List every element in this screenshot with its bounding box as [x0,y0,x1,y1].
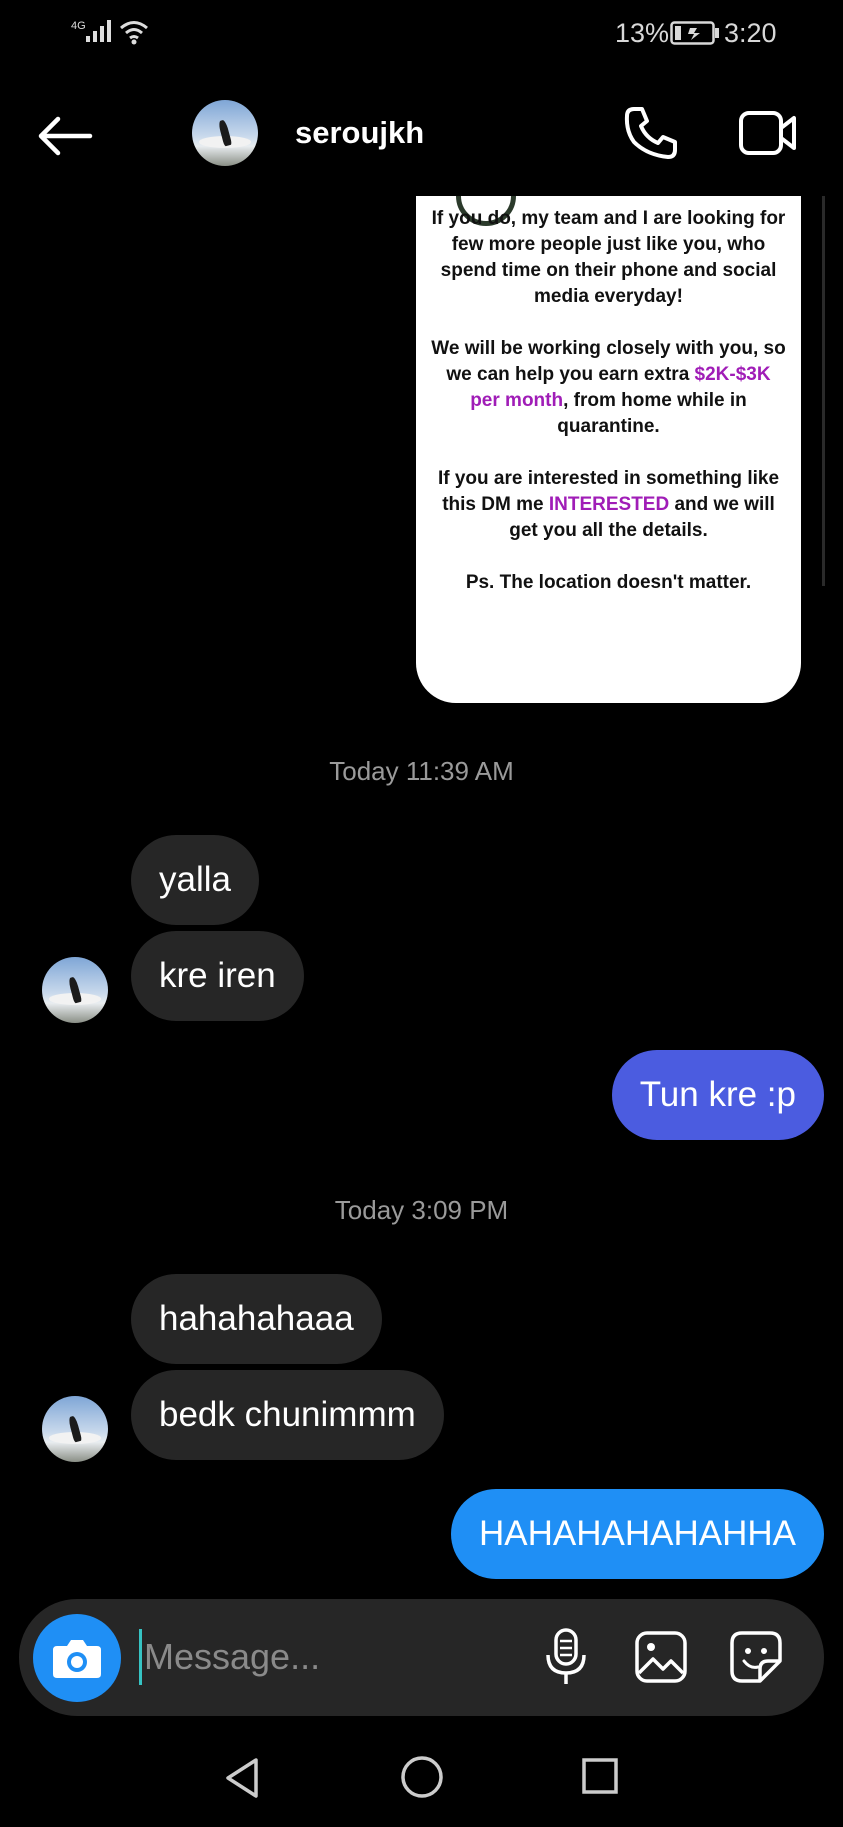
gallery-button[interactable] [633,1629,689,1685]
video-camera-icon [739,111,796,155]
camera-button[interactable] [33,1614,121,1702]
back-button[interactable] [36,112,94,160]
outgoing-message[interactable]: Tun kre :p [611,1050,824,1140]
shared-post[interactable]: If you do, my team and I are looking for… [416,196,801,703]
incoming-message[interactable]: bedk chunimmm [131,1370,444,1460]
incoming-message[interactable]: kre iren [131,931,304,1021]
voice-message-button[interactable] [543,1627,589,1687]
call-button[interactable] [622,104,680,162]
camera-icon [53,1640,101,1678]
phone-icon [624,107,677,159]
avatar[interactable] [42,1396,108,1462]
timestamp: Today 3:09 PM [334,1195,509,1225]
message-input[interactable] [139,1629,439,1685]
message-composer [19,1599,824,1716]
sticker-button[interactable] [728,1629,784,1685]
sticker-icon [730,1631,782,1683]
incoming-message[interactable]: yalla [131,835,259,925]
signal-icon [86,20,111,42]
nav-home-icon[interactable] [399,1754,445,1800]
clock: 3:20 [724,18,777,48]
avatar[interactable] [42,957,108,1023]
status-bar: 4G 13% 3:20 [0,0,843,66]
scrollbar[interactable] [822,196,825,586]
microphone-icon [546,1628,586,1684]
image-icon [635,1631,687,1683]
highlight-text: INTERESTED [548,494,670,515]
wifi-icon [120,21,148,45]
system-nav-bar [0,1740,843,1827]
post-paragraph: If you are interested in something like … [437,468,780,541]
arrow-left-icon [38,116,93,156]
chat-header: seroujkh [0,90,843,180]
avatar[interactable] [192,100,258,166]
battery-charging-icon [670,21,719,45]
chat-username[interactable]: seroujkh [295,115,424,151]
post-paragraph: We will be working closely with you, so … [431,338,786,437]
outgoing-message[interactable]: HAHAHAHAHAHHA [451,1489,824,1579]
post-paragraph: If you do, my team and I are looking for… [431,208,786,307]
post-text: If you do, my team and I are looking for… [416,206,801,622]
timestamp: Today 11:39 AM [329,756,514,786]
video-call-button[interactable] [738,108,798,158]
post-paragraph: Ps. The location doesn't matter. [465,572,752,593]
incoming-message[interactable]: hahahahaaa [131,1274,382,1364]
nav-recents-icon[interactable] [580,1756,620,1796]
nav-back-icon[interactable] [222,1756,262,1800]
battery-percent: 13% [615,18,670,48]
